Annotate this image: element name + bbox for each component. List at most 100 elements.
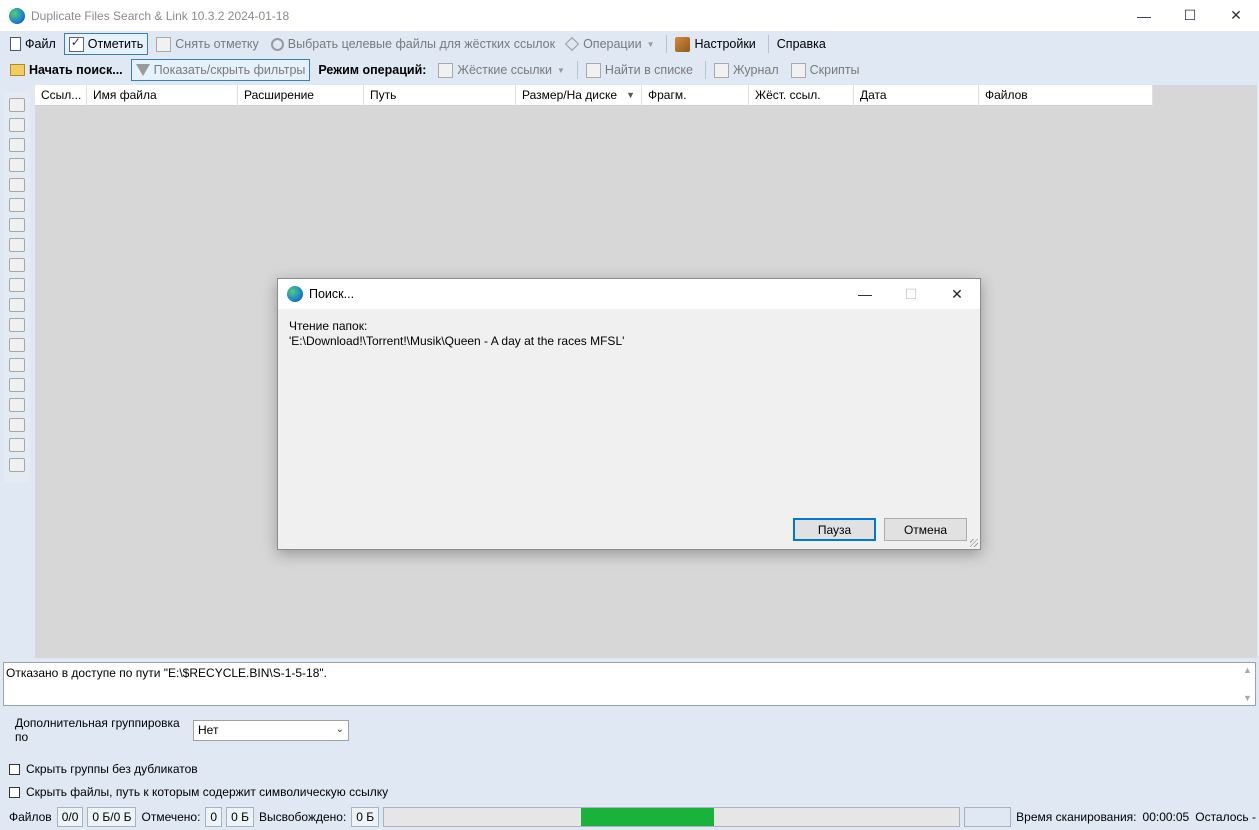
log-scrollbar[interactable]: ▲ ▼ — [1240, 663, 1255, 705]
link-icon[interactable] — [9, 338, 25, 352]
window-title: Duplicate Files Search & Link 10.3.2 202… — [31, 8, 290, 23]
settings-menu[interactable]: Настройки — [671, 33, 759, 55]
find-in-list-button[interactable]: Найти в списке — [582, 59, 697, 81]
dialog-close-button[interactable]: ✕ — [934, 279, 980, 309]
dialog-title-bar: Поиск... — ☐ ✕ — [278, 279, 980, 309]
operations-menu[interactable]: Операции ▼ — [563, 33, 658, 55]
diamond-icon — [565, 36, 580, 52]
remaining-label: Осталось - — [1195, 810, 1256, 824]
chevron-down-icon: ▼ — [557, 65, 565, 75]
scroll-up-icon[interactable]: ▲ — [1243, 665, 1252, 675]
grouping-label: Дополнительная группировка по — [15, 716, 180, 744]
minimize-button[interactable]: — — [1121, 0, 1167, 31]
gear-icon[interactable] — [9, 258, 25, 272]
view-icon[interactable] — [9, 98, 25, 112]
list-alt-icon[interactable] — [9, 418, 25, 432]
toggle-filters-button[interactable]: Показать/скрыть фильтры — [130, 59, 311, 81]
column-date[interactable]: Дата — [854, 85, 979, 106]
list-icon[interactable] — [9, 398, 25, 412]
files-label: Файлов — [9, 810, 52, 824]
operation-mode-label: Режим операций: — [318, 63, 427, 77]
reading-folders-label: Чтение папок: — [289, 319, 368, 333]
main-menubar: Файл Отметить Снять отметку Выбрать целе… — [0, 31, 1259, 57]
mark-button[interactable]: Отметить — [63, 33, 149, 55]
sort-desc-icon: ▼ — [626, 90, 635, 100]
cancel-button[interactable]: Отмена — [884, 518, 967, 541]
unmark-button[interactable]: Снять отметку — [152, 33, 263, 55]
freed-label: Высвобождено: — [258, 810, 347, 824]
chevron-down-icon: ⌄ — [335, 723, 344, 735]
grouping-row: Дополнительная группировка по Нет ⌄ — [15, 716, 349, 744]
delete-icon[interactable] — [9, 238, 25, 252]
maximize-button[interactable]: ☐ — [1167, 0, 1213, 31]
marked-label: Отмечено: — [141, 810, 201, 824]
hide-no-duplicates-option[interactable]: Скрыть группы без дубликатов — [9, 762, 198, 776]
separator — [767, 35, 769, 53]
column-filename[interactable]: Имя файла — [87, 85, 238, 106]
pause-button[interactable]: Пауза — [793, 518, 876, 541]
close-button[interactable]: ✕ — [1213, 0, 1259, 31]
hardlinks-mode-dropdown[interactable]: Жёсткие ссылки ▼ — [434, 59, 569, 81]
hide-symlinks-option[interactable]: Скрыть файлы, путь к которым содержит си… — [9, 785, 388, 799]
scroll-down-icon[interactable]: ▼ — [1243, 693, 1252, 703]
select-group-icon[interactable] — [9, 178, 25, 192]
column-header: Ссыл... Имя файла Расширение Путь Размер… — [35, 85, 1153, 106]
export-icon[interactable] — [9, 438, 25, 452]
find-icon — [585, 62, 601, 78]
tools-icon — [675, 36, 691, 52]
copy-icon[interactable] — [9, 318, 25, 332]
check-icon — [68, 35, 84, 52]
folder-search-icon — [10, 64, 25, 76]
message-log[interactable]: Отказано в доступе по пути "E:\$RECYCLE.… — [3, 662, 1256, 706]
start-search-button[interactable]: Начать поиск... — [6, 59, 127, 81]
column-files[interactable]: Файлов — [979, 85, 1153, 106]
grid-icon[interactable] — [9, 458, 25, 472]
files-size: 0 Б/0 Б — [87, 807, 137, 827]
current-folder-path: 'E:\Download!\Torrent!\Musik\Queen - A d… — [289, 334, 625, 348]
hide-no-duplicates-checkbox[interactable] — [9, 763, 20, 775]
column-path[interactable]: Путь — [364, 85, 516, 106]
action-toolbar: Начать поиск... Показать/скрыть фильтры … — [0, 57, 1259, 83]
column-fragments[interactable]: Фрагм. — [642, 85, 749, 106]
select-hardlink-targets-button[interactable]: Выбрать целевые файлы для жёстких ссылок — [267, 33, 559, 55]
column-links[interactable]: Ссыл... — [35, 85, 87, 106]
move-icon[interactable] — [9, 278, 25, 292]
dialog-minimize-button[interactable]: — — [842, 279, 888, 309]
app-logo-icon — [9, 7, 25, 24]
hardlink-icon — [438, 62, 454, 78]
dialog-title: Поиск... — [309, 287, 355, 301]
menu-file[interactable]: Файл — [6, 33, 60, 55]
scripts-button[interactable]: Скрипты — [787, 59, 864, 81]
sort-icon[interactable] — [9, 158, 25, 172]
resize-grip-icon[interactable] — [970, 539, 978, 547]
grouping-select[interactable]: Нет ⌄ — [193, 719, 349, 741]
file-icon — [10, 37, 21, 51]
search-progress-dialog: Поиск... — ☐ ✕ Чтение папок: 'E:\Downloa… — [277, 278, 981, 550]
compress-icon[interactable] — [9, 298, 25, 312]
hardlink-icon[interactable] — [9, 358, 25, 372]
dialog-maximize-button: ☐ — [904, 285, 918, 302]
log-button[interactable]: Журнал — [710, 59, 783, 81]
marked-size: 0 Б — [226, 807, 254, 827]
freed-size: 0 Б — [351, 807, 380, 827]
column-hardlinks[interactable]: Жёст. ссыл. — [749, 85, 854, 106]
separator — [576, 61, 578, 79]
app-logo-icon — [287, 286, 303, 302]
symlink-icon[interactable] — [9, 378, 25, 392]
gear-icon — [270, 37, 284, 51]
uncheck-icon — [156, 36, 172, 52]
files-count: 0/0 — [56, 807, 84, 827]
help-menu[interactable]: Справка — [773, 33, 830, 55]
column-extension[interactable]: Расширение — [238, 85, 364, 106]
column-size[interactable]: Размер/На диске ▼ — [516, 85, 642, 106]
hide-symlinks-checkbox[interactable] — [9, 786, 20, 798]
status-blank-cell — [963, 807, 1012, 827]
select-oldest-icon[interactable] — [9, 218, 25, 232]
status-bar: Файлов 0/0 0 Б/0 Б Отмечено: 0 0 Б Высво… — [0, 804, 1259, 830]
scan-time-label: Время сканирования: — [1016, 810, 1137, 824]
expand-all-icon[interactable] — [9, 118, 25, 132]
select-newest-icon[interactable] — [9, 198, 25, 212]
title-bar: Duplicate Files Search & Link 10.3.2 202… — [0, 0, 1259, 31]
marked-count: 0 — [205, 807, 223, 827]
collapse-all-icon[interactable] — [9, 138, 25, 152]
